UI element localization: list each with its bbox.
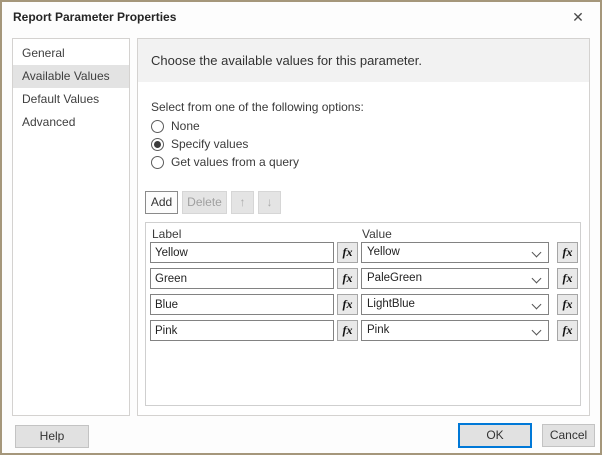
label-input[interactable] bbox=[150, 294, 334, 315]
radio-specify-values[interactable]: Specify values bbox=[151, 136, 248, 152]
column-header-label: Label bbox=[152, 227, 182, 241]
radio-get-values-query[interactable]: Get values from a query bbox=[151, 154, 299, 170]
sidebar-item-advanced[interactable]: Advanced bbox=[13, 111, 129, 134]
ok-button[interactable]: OK bbox=[458, 423, 532, 448]
radio-specify-values-label: Specify values bbox=[171, 137, 249, 151]
radio-get-values-query-label: Get values from a query bbox=[171, 155, 300, 169]
page-heading: Choose the available values for this par… bbox=[138, 39, 589, 82]
chevron-down-icon[interactable] bbox=[531, 299, 542, 310]
sidebar: General Available Values Default Values … bbox=[12, 38, 130, 416]
help-button[interactable]: Help bbox=[15, 425, 89, 448]
radio-none-circle[interactable] bbox=[151, 119, 164, 133]
chevron-down-icon[interactable] bbox=[531, 325, 542, 336]
value-combobox[interactable]: LightBlue bbox=[361, 294, 549, 315]
value-combobox-text: Pink bbox=[367, 324, 390, 336]
chevron-down-icon[interactable] bbox=[531, 247, 542, 258]
value-combobox[interactable]: Pink bbox=[361, 320, 549, 341]
move-down-icon[interactable]: ↓ bbox=[258, 191, 281, 214]
value-combobox-text: LightBlue bbox=[367, 298, 415, 310]
report-parameter-properties-dialog: Report Parameter Properties ✕ General Av… bbox=[0, 0, 602, 455]
values-table: Label Value fx Yellow fx fx PaleGreen fx bbox=[145, 222, 581, 406]
fx-expression-button[interactable]: fx bbox=[557, 320, 578, 341]
radio-get-values-query-circle[interactable] bbox=[151, 155, 164, 169]
fx-expression-button[interactable]: fx bbox=[337, 268, 358, 289]
dialog-title: Report Parameter Properties bbox=[13, 10, 177, 24]
radio-specify-values-circle[interactable] bbox=[151, 137, 164, 151]
column-header-value: Value bbox=[362, 227, 392, 241]
main-panel: Choose the available values for this par… bbox=[137, 38, 590, 416]
sidebar-item-available-values[interactable]: Available Values bbox=[13, 65, 129, 88]
options-label: Select from one of the following options… bbox=[151, 100, 364, 114]
value-combobox-text: Yellow bbox=[367, 246, 400, 258]
fx-expression-button[interactable]: fx bbox=[557, 268, 578, 289]
sidebar-item-general[interactable]: General bbox=[13, 42, 129, 65]
delete-button[interactable]: Delete bbox=[182, 191, 227, 214]
table-row: fx Yellow fx bbox=[146, 242, 580, 263]
fx-expression-button[interactable]: fx bbox=[337, 242, 358, 263]
fx-expression-button[interactable]: fx bbox=[557, 242, 578, 263]
move-up-icon[interactable]: ↑ bbox=[231, 191, 254, 214]
fx-expression-button[interactable]: fx bbox=[337, 320, 358, 341]
chevron-down-icon[interactable] bbox=[531, 273, 542, 284]
value-combobox-text: PaleGreen bbox=[367, 272, 422, 284]
table-row: fx Pink fx bbox=[146, 320, 580, 341]
close-icon[interactable]: ✕ bbox=[564, 5, 592, 29]
value-combobox[interactable]: Yellow bbox=[361, 242, 549, 263]
table-row: fx PaleGreen fx bbox=[146, 268, 580, 289]
value-combobox[interactable]: PaleGreen bbox=[361, 268, 549, 289]
sidebar-item-default-values[interactable]: Default Values bbox=[13, 88, 129, 111]
title-bar[interactable]: Report Parameter Properties ✕ bbox=[2, 2, 600, 32]
cancel-button[interactable]: Cancel bbox=[542, 424, 595, 447]
radio-none-label: None bbox=[171, 119, 200, 133]
fx-expression-button[interactable]: fx bbox=[337, 294, 358, 315]
label-input[interactable] bbox=[150, 242, 334, 263]
table-row: fx LightBlue fx bbox=[146, 294, 580, 315]
label-input[interactable] bbox=[150, 320, 334, 341]
radio-none[interactable]: None bbox=[151, 118, 200, 134]
fx-expression-button[interactable]: fx bbox=[557, 294, 578, 315]
add-button[interactable]: Add bbox=[145, 191, 178, 214]
label-input[interactable] bbox=[150, 268, 334, 289]
